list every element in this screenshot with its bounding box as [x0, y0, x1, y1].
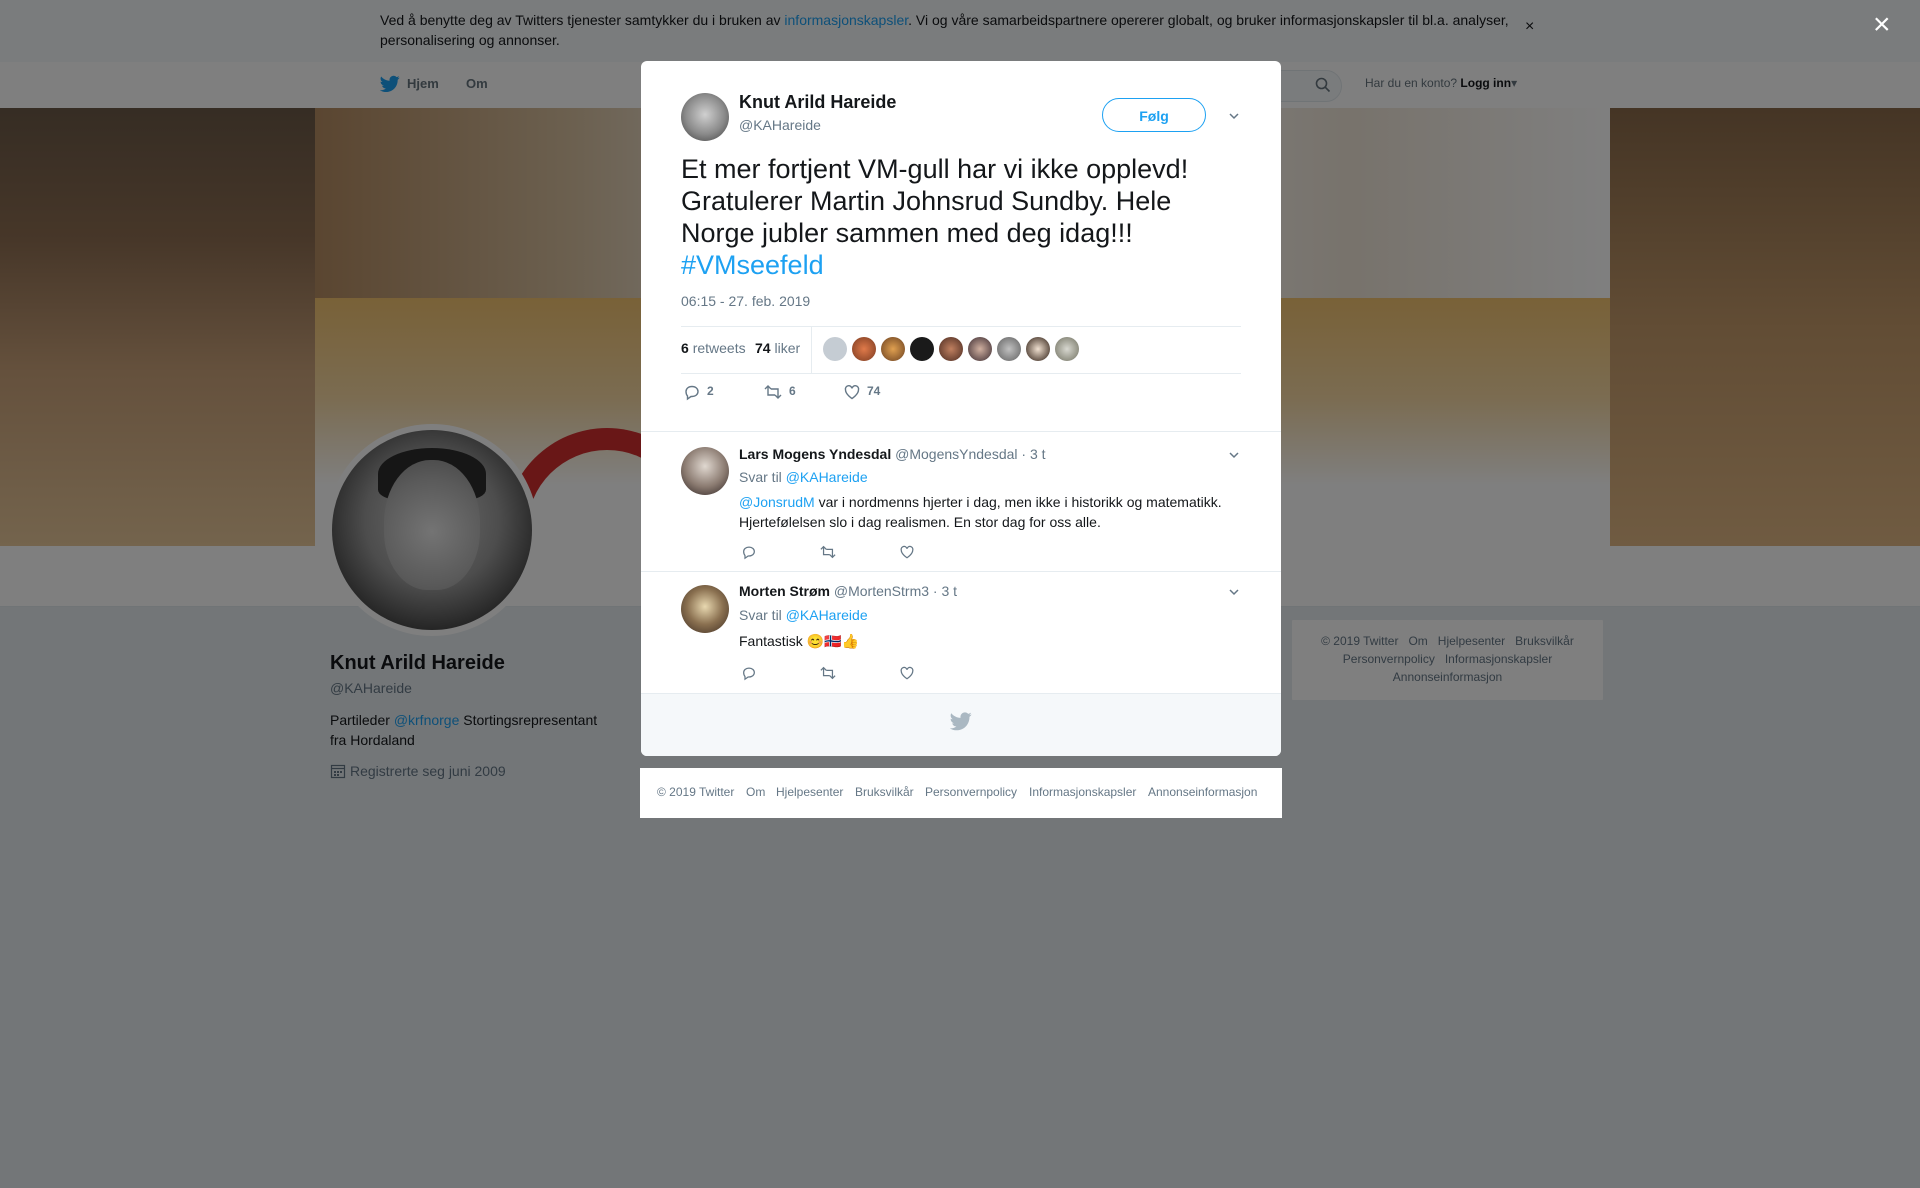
- reply-to-link[interactable]: @KAHareide: [786, 607, 868, 623]
- reply-icon[interactable]: [741, 665, 757, 686]
- reply-author-avatar[interactable]: [681, 585, 729, 633]
- retweets-stat[interactable]: 6 retweets: [681, 340, 746, 356]
- retweet-icon[interactable]: [819, 544, 837, 565]
- likes-count: 74: [755, 340, 771, 356]
- reply-time[interactable]: · 3 t: [1021, 446, 1045, 462]
- reply-header: Lars Mogens Yndesdal @MogensYndesdal · 3…: [739, 446, 1046, 462]
- reply-author-avatar[interactable]: [681, 447, 729, 495]
- footer-privacy-link[interactable]: Personvernpolicy: [925, 785, 1017, 799]
- reply-to-label: Svar til: [739, 469, 782, 485]
- reply-to-line: Svar til @KAHareide: [739, 607, 868, 623]
- likes-stat[interactable]: 74 liker: [755, 340, 800, 356]
- reply-author-name[interactable]: Lars Mogens Yndesdal: [739, 446, 891, 462]
- liker-avatar[interactable]: [881, 337, 905, 361]
- reply-author-handle[interactable]: @MortenStrm3: [834, 583, 929, 599]
- tweet-modal: Knut Arild Hareide @KAHareide Følg Et me…: [641, 61, 1281, 756]
- retweet-icon[interactable]: [763, 384, 789, 399]
- reply-count: 2: [707, 384, 714, 399]
- reply-to-link[interactable]: @KAHareide: [786, 469, 868, 485]
- liker-avatar[interactable]: [910, 337, 934, 361]
- tweet-hashtag[interactable]: #VMseefeld: [681, 250, 824, 280]
- retweets-count: 6: [681, 340, 689, 356]
- reply-author-handle[interactable]: @MogensYndesdal: [895, 446, 1017, 462]
- liker-avatar[interactable]: [823, 337, 847, 361]
- chevron-down-icon[interactable]: [1227, 448, 1241, 462]
- reply-action[interactable]: 2: [683, 383, 714, 401]
- heart-icon[interactable]: [843, 384, 867, 400]
- reply-time[interactable]: · 3 t: [933, 583, 957, 599]
- reply-author-name[interactable]: Morten Strøm: [739, 583, 830, 599]
- reply-actions: [739, 544, 939, 564]
- liker-avatar[interactable]: [939, 337, 963, 361]
- footer-terms-link[interactable]: Bruksvilkår: [855, 785, 914, 799]
- reply-text: @JonsrudM var i nordmenns hjerter i dag,…: [739, 492, 1239, 532]
- footer-ads-info-link[interactable]: Annonseinformasjon: [1148, 785, 1257, 799]
- retweet-count: 6: [789, 384, 796, 399]
- modal-bottom-bar: [641, 693, 1281, 756]
- reply-to-line: Svar til @KAHareide: [739, 469, 868, 485]
- footer-about-link[interactable]: Om: [746, 785, 765, 799]
- liker-avatar[interactable]: [997, 337, 1021, 361]
- tweet-author-handle[interactable]: @KAHareide: [739, 117, 821, 133]
- twitter-bird-icon: [949, 712, 972, 736]
- chevron-down-icon[interactable]: [1227, 585, 1241, 599]
- like-action[interactable]: 74: [843, 383, 880, 401]
- footer-help-link[interactable]: Hjelpesenter: [776, 785, 843, 799]
- liker-avatar[interactable]: [1026, 337, 1050, 361]
- tweet-actions: 2 6 74: [681, 383, 1241, 407]
- follow-button[interactable]: Følg: [1102, 98, 1206, 132]
- tweet-author-avatar[interactable]: [681, 93, 729, 141]
- tweet-timestamp[interactable]: 06:15 - 27. feb. 2019: [681, 293, 810, 309]
- footer-cookies-link[interactable]: Informasjonskapsler: [1029, 785, 1136, 799]
- tweet-stats: 6 retweets 74 liker: [681, 326, 1241, 374]
- tweet-text: Et mer fortjent VM-gull har vi ikke oppl…: [681, 153, 1241, 281]
- stats-divider: [811, 327, 812, 373]
- reply-tweet[interactable]: Morten Strøm @MortenStrm3 · 3 t Svar til…: [641, 571, 1281, 694]
- likes-label: liker: [774, 340, 801, 356]
- modal-footer: © 2019 Twitter Om Hjelpesenter Bruksvilk…: [640, 768, 1282, 818]
- liker-avatar[interactable]: [1055, 337, 1079, 361]
- reply-icon[interactable]: [741, 544, 757, 565]
- retweet-icon[interactable]: [819, 665, 837, 686]
- reply-text: Fantastisk 😊🇳🇴👍: [739, 633, 859, 649]
- reply-actions: [739, 665, 939, 685]
- retweets-label: retweets: [692, 340, 746, 356]
- liker-avatar[interactable]: [968, 337, 992, 361]
- footer-copyright: © 2019 Twitter: [657, 785, 735, 799]
- liker-avatar[interactable]: [852, 337, 876, 361]
- reply-header: Morten Strøm @MortenStrm3 · 3 t: [739, 583, 957, 599]
- reply-icon[interactable]: [683, 384, 707, 401]
- tweet-author-name[interactable]: Knut Arild Hareide: [739, 92, 896, 113]
- tweet-body: Et mer fortjent VM-gull har vi ikke oppl…: [681, 154, 1189, 248]
- heart-icon[interactable]: [899, 665, 915, 686]
- close-icon[interactable]: ×: [1873, 10, 1891, 40]
- like-count: 74: [867, 384, 881, 399]
- reply-mention-link[interactable]: @JonsrudM: [739, 494, 815, 510]
- reply-tweet[interactable]: Lars Mogens Yndesdal @MogensYndesdal · 3…: [641, 431, 1281, 572]
- retweet-action[interactable]: 6: [763, 383, 796, 401]
- heart-icon[interactable]: [899, 544, 915, 565]
- reply-to-label: Svar til: [739, 607, 782, 623]
- chevron-down-icon[interactable]: [1227, 109, 1241, 123]
